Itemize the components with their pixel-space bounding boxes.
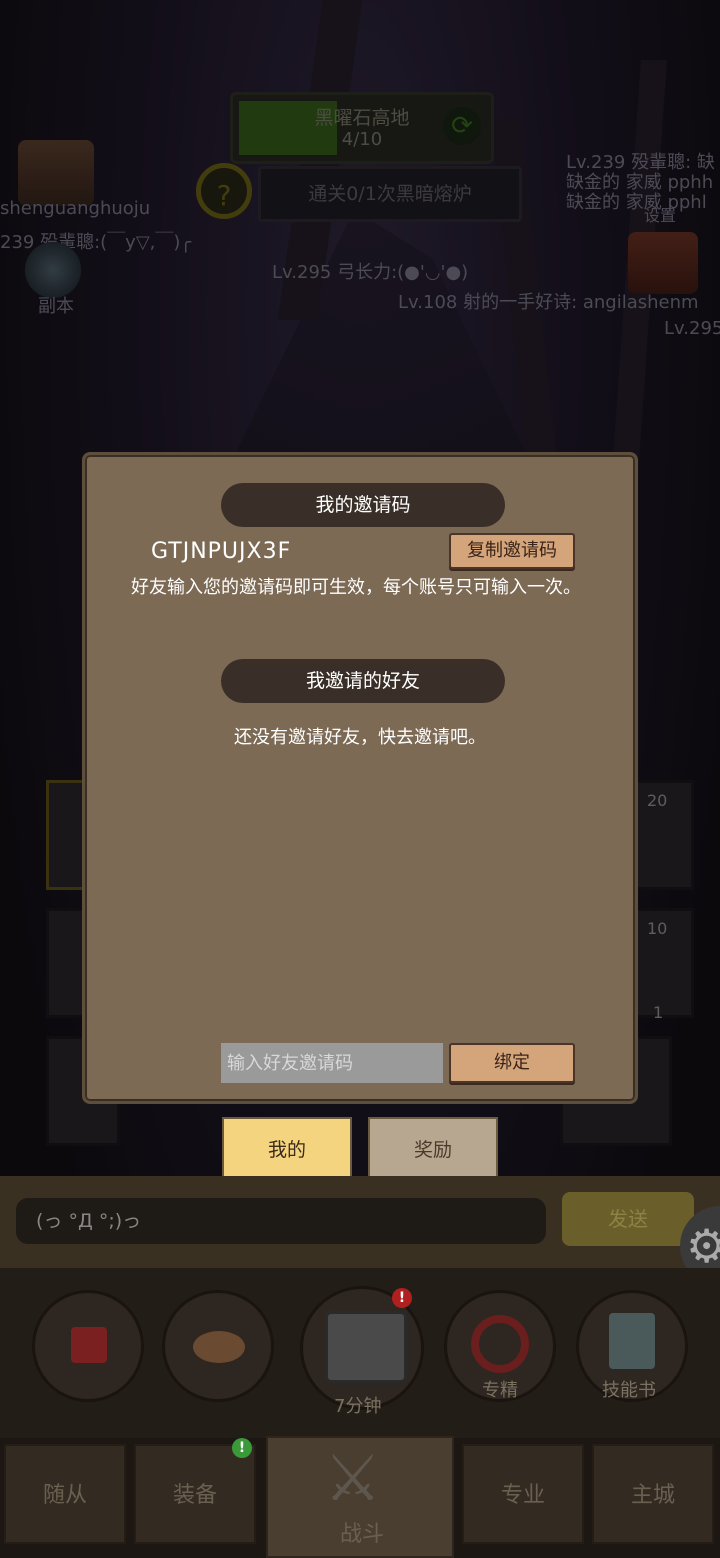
invite-dialog: 我的邀请码 GTJNPUJX3F 复制邀请码 好友输入您的邀请码即可生效，每个账… (82, 452, 638, 1104)
nav-profession[interactable]: 专业 (462, 1444, 584, 1544)
bread-icon (193, 1331, 245, 1363)
bread-button[interactable] (162, 1290, 274, 1402)
tab-rewards[interactable]: 奖励 (368, 1117, 498, 1179)
copy-invite-code-button[interactable]: 复制邀请码 (449, 533, 575, 569)
tab-mine[interactable]: 我的 (222, 1117, 352, 1179)
chest-timer: 7分钟 (334, 1396, 382, 1417)
my-invite-code-title: 我的邀请码 (221, 483, 505, 527)
nav-battle[interactable]: ⚔ 战斗 (266, 1436, 454, 1558)
invite-code: GTJNPUJX3F (151, 539, 292, 564)
empty-friends-text: 还没有邀请好友，快去邀请吧。 (234, 727, 486, 748)
chat-input[interactable]: (っ °Д °;)っ (16, 1198, 546, 1244)
nav-main-city[interactable]: 主城 (592, 1444, 714, 1544)
bind-button[interactable]: 绑定 (449, 1043, 575, 1083)
nav-battle-label: 战斗 (339, 1522, 384, 1547)
potion-icon (71, 1327, 107, 1363)
specialize-label: 专精 (482, 1380, 518, 1401)
crossed-swords-icon: ⚔ (324, 1442, 382, 1516)
invite-info-text: 好友输入您的邀请码即可生效，每个账号只可输入一次。 (131, 577, 581, 598)
potion-button[interactable] (32, 1290, 144, 1402)
invited-friends-title: 我邀请的好友 (221, 659, 505, 703)
chest-icon (325, 1311, 407, 1383)
skill-book-label: 技能书 (602, 1380, 656, 1401)
nav-followers[interactable]: 随从 (4, 1444, 126, 1544)
equipment-badge: ! (232, 1438, 252, 1458)
specialize-icon (471, 1315, 529, 1373)
nav-equipment[interactable]: 装备 (134, 1444, 256, 1544)
friend-code-input[interactable] (221, 1043, 443, 1083)
skill-book-icon (609, 1313, 655, 1369)
chest-alert-badge: ! (392, 1288, 412, 1308)
send-button[interactable]: 发送 (562, 1192, 694, 1246)
